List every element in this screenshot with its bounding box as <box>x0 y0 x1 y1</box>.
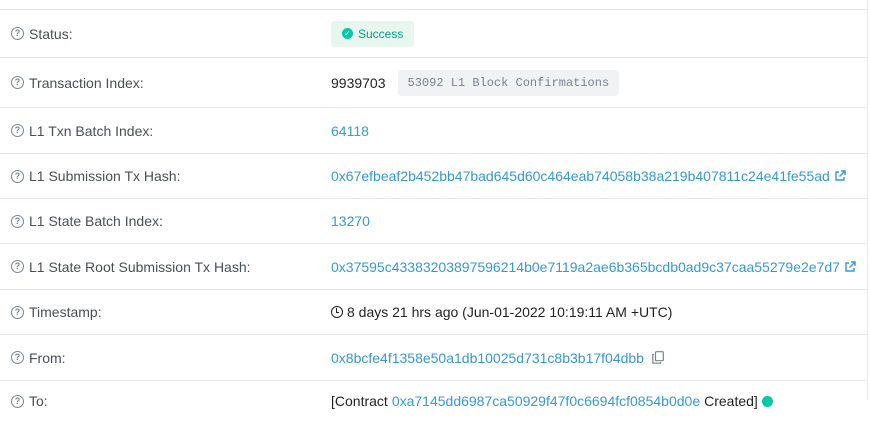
l1-state-root-tx-hash-link[interactable]: 0x37595c43383203897596214b0e7119a2ae6b36… <box>331 259 840 275</box>
status-badge: ✓ Success <box>331 20 415 47</box>
l1-submission-tx-hash-link[interactable]: 0x67efbeaf2b452bb47bad645d60c464eab74058… <box>331 168 830 184</box>
status-row: ? Status: ✓ Success <box>0 10 867 58</box>
timestamp-label: ? Timestamp: <box>11 304 102 320</box>
from-label: ? From: <box>11 350 66 366</box>
clock-icon <box>331 306 343 318</box>
transaction-index-label: ? Transaction Index: <box>11 75 144 91</box>
question-circle-icon[interactable]: ? <box>11 76 24 89</box>
to-label: ? To: <box>11 393 48 409</box>
question-circle-icon[interactable]: ? <box>11 214 24 228</box>
l1-submission-tx-hash-label: ? L1 Submission Tx Hash: <box>11 168 180 184</box>
transaction-index-value: 9939703 53092 L1 Block Confirmations <box>331 69 620 96</box>
question-circle-icon[interactable]: ? <box>11 305 24 319</box>
l1-txn-batch-index-link[interactable]: 64118 <box>331 123 369 139</box>
status-value: ✓ Success <box>331 20 415 47</box>
question-circle-icon[interactable]: ? <box>11 27 24 40</box>
external-link-icon[interactable] <box>844 260 856 273</box>
l1-txn-batch-index-label: ? L1 Txn Batch Index: <box>11 123 153 139</box>
block-confirmations-badge: 53092 L1 Block Confirmations <box>397 69 620 96</box>
l1-state-batch-index-row: ? L1 State Batch Index: 13270 <box>0 199 867 244</box>
l1-txn-batch-index-row: ? L1 Txn Batch Index: 64118 <box>0 108 867 154</box>
transaction-details-panel: ? Status: ✓ Success ? Transaction Index:… <box>0 0 868 409</box>
to-contract-link[interactable]: 0xa7145dd6987ca50929f47f0c6694fcf0854b0d… <box>392 393 700 409</box>
l1-state-batch-index-link[interactable]: 13270 <box>331 213 370 229</box>
check-circle-icon: ✓ <box>342 28 353 39</box>
question-circle-icon[interactable]: ? <box>11 394 24 408</box>
timestamp-value: 8 days 21 hrs ago (Jun-01-2022 10:19:11 … <box>331 304 672 320</box>
question-circle-icon[interactable]: ? <box>11 124 24 137</box>
from-address-link[interactable]: 0x8bcfe4f1358e50a1db10025d731c8b3b17f04d… <box>331 350 644 366</box>
l1-submission-tx-hash-row: ? L1 Submission Tx Hash: 0x67efbeaf2b452… <box>0 154 867 199</box>
to-value: [Contract 0xa7145dd6987ca50929f47f0c6694… <box>331 393 773 409</box>
external-link-icon[interactable] <box>834 170 846 182</box>
transaction-index-row: ? Transaction Index: 9939703 53092 L1 Bl… <box>0 58 867 108</box>
question-circle-icon[interactable]: ? <box>11 351 24 364</box>
question-circle-icon[interactable]: ? <box>11 169 24 183</box>
question-circle-icon[interactable]: ? <box>11 260 24 273</box>
l1-state-root-tx-hash-label: ? L1 State Root Submission Tx Hash: <box>11 259 251 275</box>
l1-state-batch-index-label: ? L1 State Batch Index: <box>11 213 163 229</box>
status-label: ? Status: <box>11 26 73 42</box>
check-circle-icon <box>761 395 773 407</box>
copy-icon[interactable] <box>652 351 664 364</box>
timestamp-row: ? Timestamp: 8 days 21 hrs ago (Jun-01-2… <box>0 290 867 335</box>
l1-state-root-tx-hash-row: ? L1 State Root Submission Tx Hash: 0x37… <box>0 244 867 290</box>
from-row: ? From: 0x8bcfe4f1358e50a1db10025d731c8b… <box>0 335 867 381</box>
to-row: ? To: [Contract 0xa7145dd6987ca50929f47f… <box>0 381 867 421</box>
